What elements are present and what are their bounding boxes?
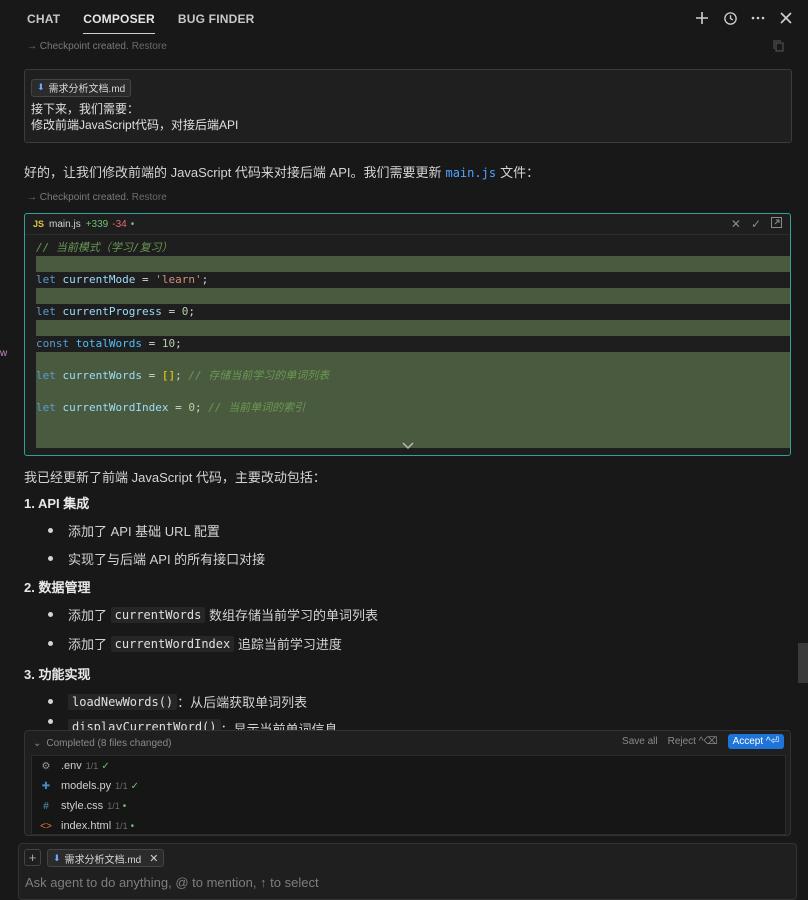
tab-chat[interactable]: CHAT — [27, 6, 60, 32]
changed-files-list: ⚙ .env 1/1 ✓ ✚ models.py 1/1 ✓ # style.c… — [31, 755, 786, 835]
history-icon[interactable] — [722, 8, 738, 28]
gutter-marker: w — [0, 348, 8, 359]
file-item[interactable]: # style.css 1/1 • — [32, 796, 785, 816]
code-block-header: JS main.js +339 -34 • ✕ ✓ — [25, 214, 790, 235]
user-message-line: 接下来，我们需要： — [31, 101, 140, 116]
add-context-plus-icon[interactable]: + — [24, 849, 41, 866]
list-item: 添加了 currentWords 数组存储当前学习的单词列表 — [48, 605, 378, 624]
list-item: 实现了与后端 API 的所有接口对接 — [48, 549, 265, 568]
chevron-down-icon[interactable] — [401, 438, 414, 453]
reject-x-icon[interactable]: ✕ — [731, 217, 741, 231]
restore-link-2[interactable]: Restore — [132, 192, 167, 203]
js-file-icon: JS — [33, 219, 45, 229]
code-block-actions: ✕ ✓ — [731, 217, 782, 231]
user-message: ⬇ 需求分析文档.md 接下来，我们需要： 修改前端JavaScript代码，对接… — [24, 69, 792, 143]
reject-all-button[interactable]: Reject ^⌫ — [668, 736, 718, 747]
reply-intro: 好的，让我们修改前端的 JavaScript 代码来对接后端 API。我们需要更… — [24, 165, 540, 180]
tab-composer[interactable]: COMPOSER — [83, 6, 155, 34]
arrow-right-icon: → — [27, 41, 40, 52]
list-item: loadNewWords() ：从后端获取单词列表 — [48, 692, 307, 711]
panel-header: CHAT COMPOSER BUG FINDER — [0, 0, 808, 38]
chevron-down-icon: ⌄ — [33, 737, 42, 749]
attachment-chip[interactable]: ⬇ 需求分析文档.md — [31, 78, 132, 97]
code-line: let currentMode = 'learn'; — [36, 272, 790, 288]
code-line: let currentWordIndex = 0; // 当前单词的索引 — [36, 400, 790, 416]
lines-added: +339 — [85, 218, 109, 230]
list-item: displayCurrentWord() ：显示当前单词信息 — [48, 719, 338, 730]
modified-dot-icon: • — [130, 218, 135, 230]
file-item[interactable]: ✚ models.py 1/1 ✓ — [32, 776, 785, 796]
save-all-button[interactable]: Save all — [622, 736, 658, 747]
download-icon: ⬇ — [53, 852, 61, 863]
close-icon[interactable] — [778, 8, 794, 28]
list-item: 添加了 currentWordIndex 追踪当前学习进度 — [48, 634, 342, 653]
completed-actions: Save all Reject ^⌫ Accept ^⏎ — [622, 734, 784, 749]
accept-check-icon[interactable]: ✓ — [751, 217, 761, 231]
explanation-intro: 我已经更新了前端 JavaScript 代码，主要改动包括： — [24, 470, 326, 485]
code-lines: // 当前模式（学习/复习） let currentMode = 'learn'… — [36, 240, 790, 448]
checkpoint-2: → Checkpoint created. Restore — [27, 192, 167, 203]
tab-bug-finder[interactable]: BUG FINDER — [178, 6, 255, 32]
css-icon: # — [43, 800, 49, 812]
composer-input-area[interactable]: + ⬇ 需求分析文档.md ✕ Ask agent to do anything, … — [18, 843, 797, 900]
plus-icon[interactable] — [694, 8, 710, 28]
restore-link-1[interactable]: Restore — [132, 41, 167, 52]
section-heading: 3. 功能实现 — [24, 667, 91, 682]
code-line — [36, 256, 790, 272]
header-actions — [694, 8, 794, 28]
code-line: let currentWords = []; // 存储当前学习的单词列表 — [36, 368, 790, 384]
section-heading: 2. 数据管理 — [24, 580, 91, 595]
more-icon[interactable] — [750, 8, 766, 28]
arrow-right-icon: → — [27, 192, 40, 203]
gear-icon: ⚙ — [41, 760, 51, 772]
code-line: const totalWords = 10; — [36, 336, 790, 352]
checkpoint-1: → Checkpoint created. Restore — [27, 41, 167, 52]
html-icon: <> — [40, 820, 52, 832]
code-line: // 当前模式（学习/复习） — [36, 240, 790, 256]
code-line — [36, 384, 790, 400]
code-diff-block: JS main.js +339 -34 • ✕ ✓ // 当前模式（学习/复习）… — [24, 213, 791, 456]
list-item: 添加了 API 基础 URL 配置 — [48, 521, 220, 540]
remove-chip-x-icon[interactable]: ✕ — [149, 852, 158, 865]
accept-all-button[interactable]: Accept ^⏎ — [727, 734, 784, 749]
copy-icon[interactable] — [773, 40, 784, 55]
download-icon: ⬇ — [37, 82, 45, 92]
file-item[interactable]: ⚙ .env 1/1 ✓ — [32, 756, 785, 776]
user-message-line: 修改前端JavaScript代码，对接后端API — [31, 117, 239, 132]
code-line — [36, 416, 790, 432]
code-line — [36, 352, 790, 368]
code-filename[interactable]: main.js — [49, 219, 81, 230]
python-icon: ✚ — [41, 780, 51, 792]
composer-input[interactable]: Ask agent to do anything, @ to mention, … — [25, 875, 319, 890]
section-heading: 1. API 集成 — [24, 496, 90, 511]
inline-code-main-js: main.js — [445, 166, 497, 180]
input-attachment-chip[interactable]: ⬇ 需求分析文档.md ✕ — [47, 849, 165, 867]
scrollbar-thumb[interactable] — [798, 643, 808, 683]
lines-removed: -34 — [112, 218, 127, 230]
file-item[interactable]: <> index.html 1/1 • — [32, 816, 785, 836]
open-file-icon[interactable] — [771, 217, 782, 231]
code-line: let currentProgress = 0; — [36, 304, 790, 320]
code-line — [36, 320, 790, 336]
completed-panel: ⌄ Completed (8 files changed) Save all R… — [24, 730, 791, 836]
code-line — [36, 288, 790, 304]
